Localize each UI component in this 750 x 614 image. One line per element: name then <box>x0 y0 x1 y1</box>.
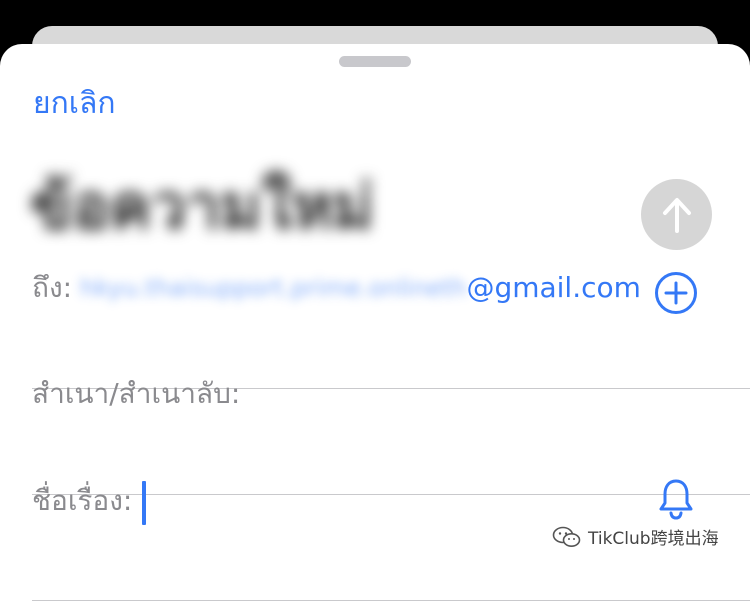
to-address[interactable]: hkyu.thaisupport.prime.onlineth @gmail.c… <box>80 268 641 308</box>
plus-circle-icon[interactable] <box>654 271 698 315</box>
cc-bcc-label: สำเนา/สำเนาลับ: <box>32 377 241 410</box>
subject-field[interactable]: ชื่อเรื่อง: <box>32 481 750 525</box>
cc-bcc-field[interactable]: สำเนา/สำเนาลับ: <box>32 374 750 414</box>
sheet-grabber[interactable] <box>339 56 411 67</box>
subject-divider <box>32 600 750 601</box>
cancel-button[interactable]: ยกเลิก <box>33 84 116 124</box>
subject-label: ชื่อเรื่อง: <box>32 484 133 517</box>
watermark: TikClub跨境出海 <box>552 524 719 549</box>
arrow-up-icon <box>662 197 691 233</box>
send-button[interactable] <box>641 179 712 250</box>
to-address-redacted: hkyu.thaisupport.prime.onlineth <box>80 274 467 302</box>
wechat-icon <box>552 526 581 547</box>
to-address-domain: @gmail.com <box>466 271 641 304</box>
text-cursor <box>142 481 146 525</box>
to-field[interactable]: ถึง: hkyu.thaisupport.prime.onlineth @gm… <box>32 268 750 308</box>
to-label: ถึง: <box>32 271 73 304</box>
bell-icon[interactable] <box>657 477 695 521</box>
watermark-text: TikClub跨境出海 <box>588 529 719 549</box>
page-title: ข้อความใหม่ <box>30 170 374 243</box>
title-container: ข้อความใหม่ <box>30 162 410 252</box>
